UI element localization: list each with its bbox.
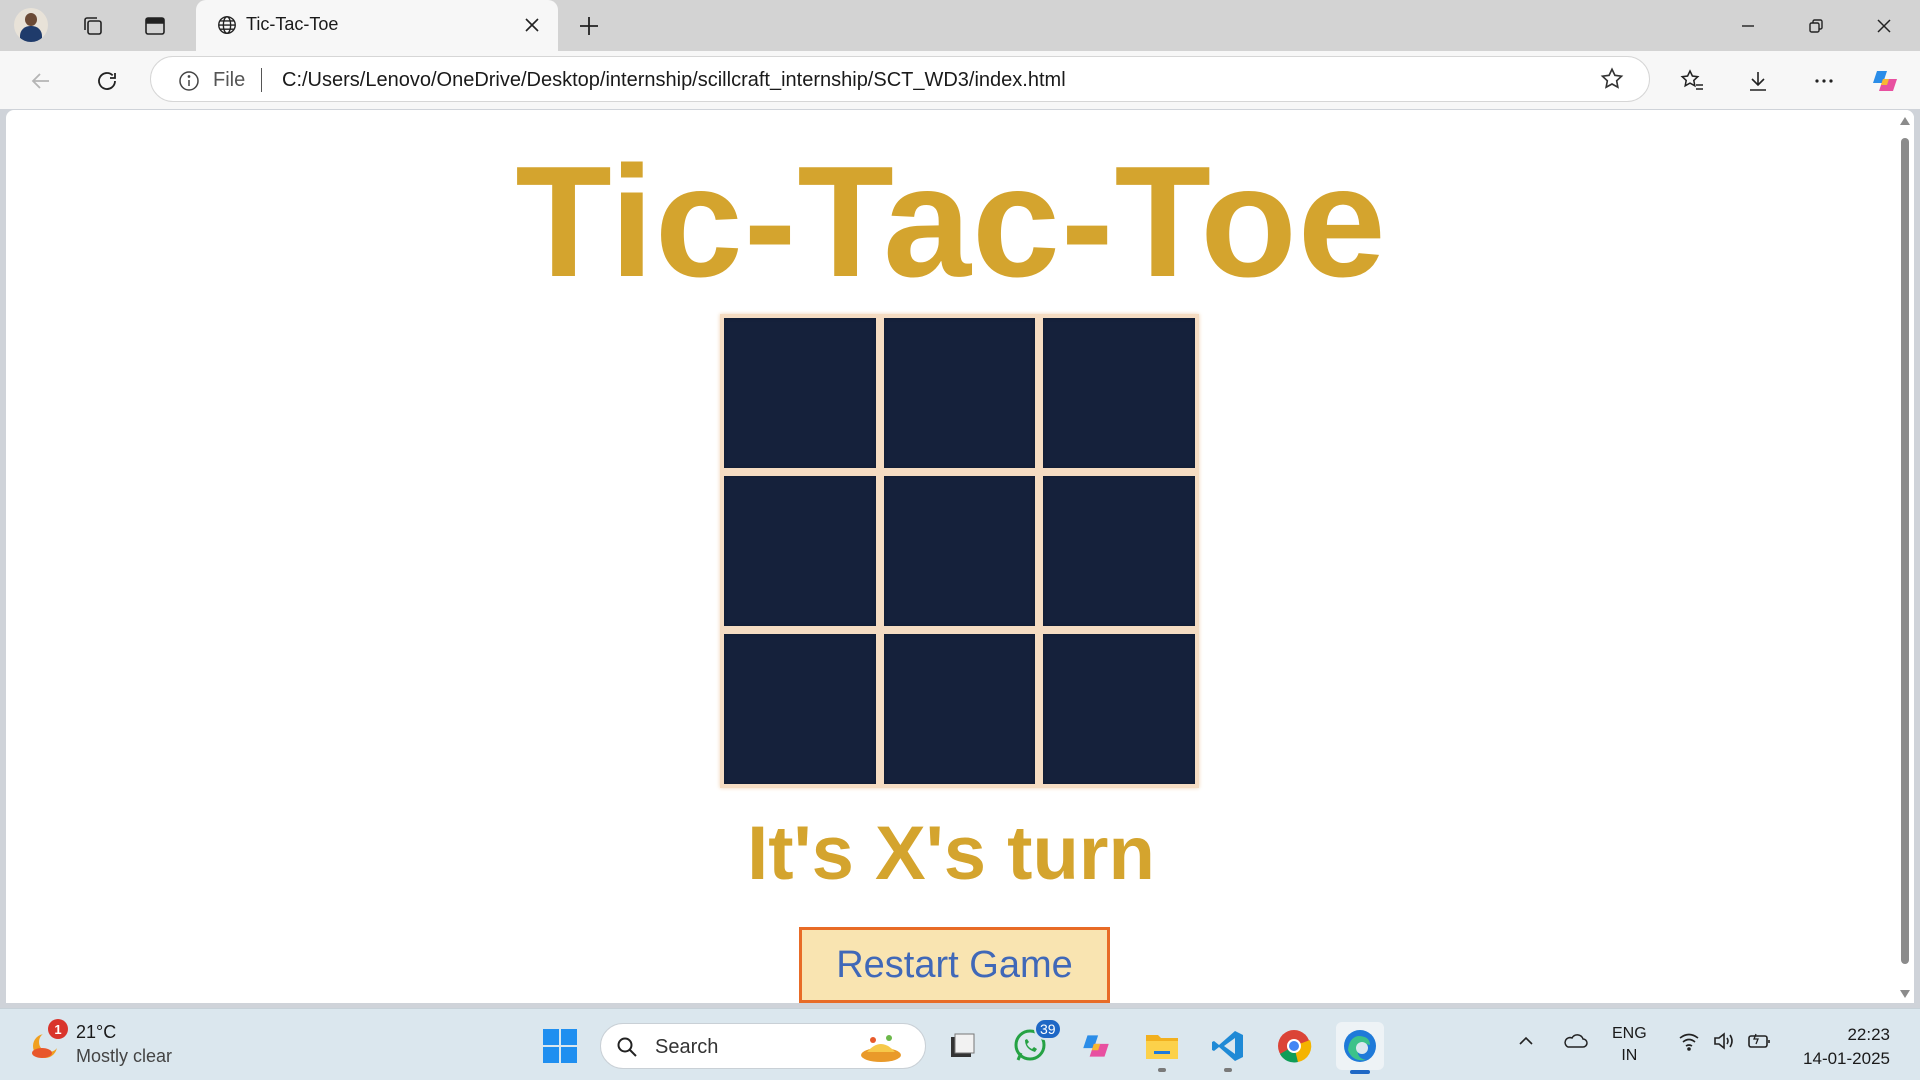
whatsapp-badge: 39 — [1034, 1018, 1062, 1040]
taskbar-search[interactable]: Search — [600, 1023, 926, 1069]
edge-icon — [1344, 1030, 1376, 1062]
taskbar-app-chrome[interactable] — [1270, 1022, 1318, 1070]
tab-title: Tic-Tac-Toe — [246, 14, 339, 34]
input-language[interactable]: ENG IN — [1612, 1023, 1647, 1067]
page-viewport: Tic-Tac-Toe It's X's turn Restart Game — [6, 110, 1914, 1003]
restore-button[interactable] — [1784, 0, 1848, 51]
taskbar-app-whatsapp[interactable]: 39 — [1006, 1018, 1062, 1070]
workspaces-icon[interactable] — [74, 7, 112, 45]
site-info-icon[interactable] — [177, 69, 201, 98]
close-window-button[interactable] — [1852, 0, 1916, 51]
url-text[interactable]: C:/Users/Lenovo/OneDrive/Desktop/interns… — [282, 69, 1066, 92]
tab-tic-tac-toe[interactable]: Tic-Tac-Toe — [196, 0, 558, 51]
wifi-icon[interactable] — [1678, 1031, 1700, 1056]
divider — [261, 68, 262, 92]
globe-icon — [216, 14, 238, 41]
scrollbar-thumb[interactable] — [1901, 138, 1909, 964]
clock-time: 22:23 — [1847, 1025, 1890, 1044]
language-code: ENG — [1612, 1025, 1647, 1042]
favorites-icon[interactable] — [1673, 62, 1711, 100]
weather-badge: 1 — [48, 1019, 68, 1039]
running-indicator — [1158, 1068, 1166, 1072]
taskbar-app-vscode[interactable] — [1204, 1022, 1252, 1072]
vertical-tabs-icon[interactable] — [136, 7, 174, 45]
start-button[interactable] — [536, 1022, 584, 1070]
weather-condition: Mostly clear — [76, 1046, 173, 1066]
board-cell-1[interactable] — [724, 318, 876, 468]
active-indicator — [1350, 1070, 1370, 1074]
game-board — [720, 314, 1199, 788]
new-tab-button[interactable] — [572, 9, 606, 43]
region-code: IN — [1621, 1047, 1638, 1064]
board-cell-4[interactable] — [724, 476, 876, 626]
board-cell-6[interactable] — [1043, 476, 1195, 626]
vertical-scrollbar[interactable] — [1896, 110, 1914, 1003]
vscode-icon — [1212, 1031, 1243, 1061]
downloads-icon[interactable] — [1739, 62, 1777, 100]
profile-avatar[interactable] — [14, 8, 48, 42]
scroll-down-icon[interactable] — [1899, 989, 1911, 999]
taskbar-app-file-viewer[interactable] — [938, 1022, 986, 1070]
taskbar-app-edge[interactable] — [1336, 1022, 1384, 1074]
close-tab-icon[interactable] — [518, 11, 546, 39]
copilot-icon[interactable] — [1866, 62, 1904, 100]
battery-icon[interactable] — [1746, 1031, 1772, 1056]
search-label: Search — [655, 1036, 719, 1058]
weather-temp: 21°C — [76, 1022, 117, 1042]
restart-game-button[interactable]: Restart Game — [799, 927, 1110, 1003]
game-title: Tic-Tac-Toe — [515, 134, 1387, 310]
browser-toolbar: File C:/Users/Lenovo/OneDrive/Desktop/in… — [0, 51, 1920, 109]
more-options-icon[interactable] — [1805, 62, 1843, 100]
clock-date: 14-01-2025 — [1803, 1049, 1890, 1068]
board-cell-3[interactable] — [1043, 318, 1195, 468]
search-highlight-icon — [853, 1030, 909, 1069]
scroll-up-icon[interactable] — [1899, 116, 1911, 126]
volume-icon[interactable] — [1712, 1031, 1736, 1056]
back-button[interactable] — [22, 62, 60, 100]
taskbar: 1 21°C Mostly clear Search 39 ENG IN 22:… — [0, 1008, 1920, 1080]
turn-status: It's X's turn — [747, 811, 1155, 896]
board-cell-8[interactable] — [883, 634, 1036, 784]
refresh-button[interactable] — [88, 62, 126, 100]
windows-icon — [543, 1029, 577, 1063]
favorite-star-icon[interactable] — [1599, 66, 1625, 97]
board-cell-2[interactable] — [883, 318, 1036, 468]
taskbar-app-file-explorer[interactable] — [1138, 1022, 1186, 1072]
show-hidden-icons-chevron-icon[interactable] — [1516, 1031, 1536, 1056]
address-bar[interactable]: File C:/Users/Lenovo/OneDrive/Desktop/in… — [150, 56, 1650, 102]
search-icon — [615, 1035, 639, 1064]
copilot-icon — [1083, 1035, 1109, 1057]
folder-icon — [1146, 1035, 1178, 1059]
board-cell-5[interactable] — [883, 476, 1036, 626]
taskbar-app-copilot[interactable] — [1072, 1022, 1120, 1070]
minimize-button[interactable] — [1716, 0, 1780, 51]
chrome-icon — [1278, 1030, 1312, 1063]
title-bar: Tic-Tac-Toe — [0, 0, 1920, 51]
onedrive-cloud-icon[interactable] — [1562, 1031, 1588, 1056]
system-clock[interactable]: 22:23 14-01-2025 — [1790, 1023, 1890, 1071]
board-cell-7[interactable] — [724, 634, 876, 784]
window-app-icon — [951, 1033, 975, 1057]
board-cell-9[interactable] — [1043, 634, 1195, 784]
url-scheme: File — [213, 69, 246, 91]
running-indicator — [1224, 1068, 1232, 1072]
